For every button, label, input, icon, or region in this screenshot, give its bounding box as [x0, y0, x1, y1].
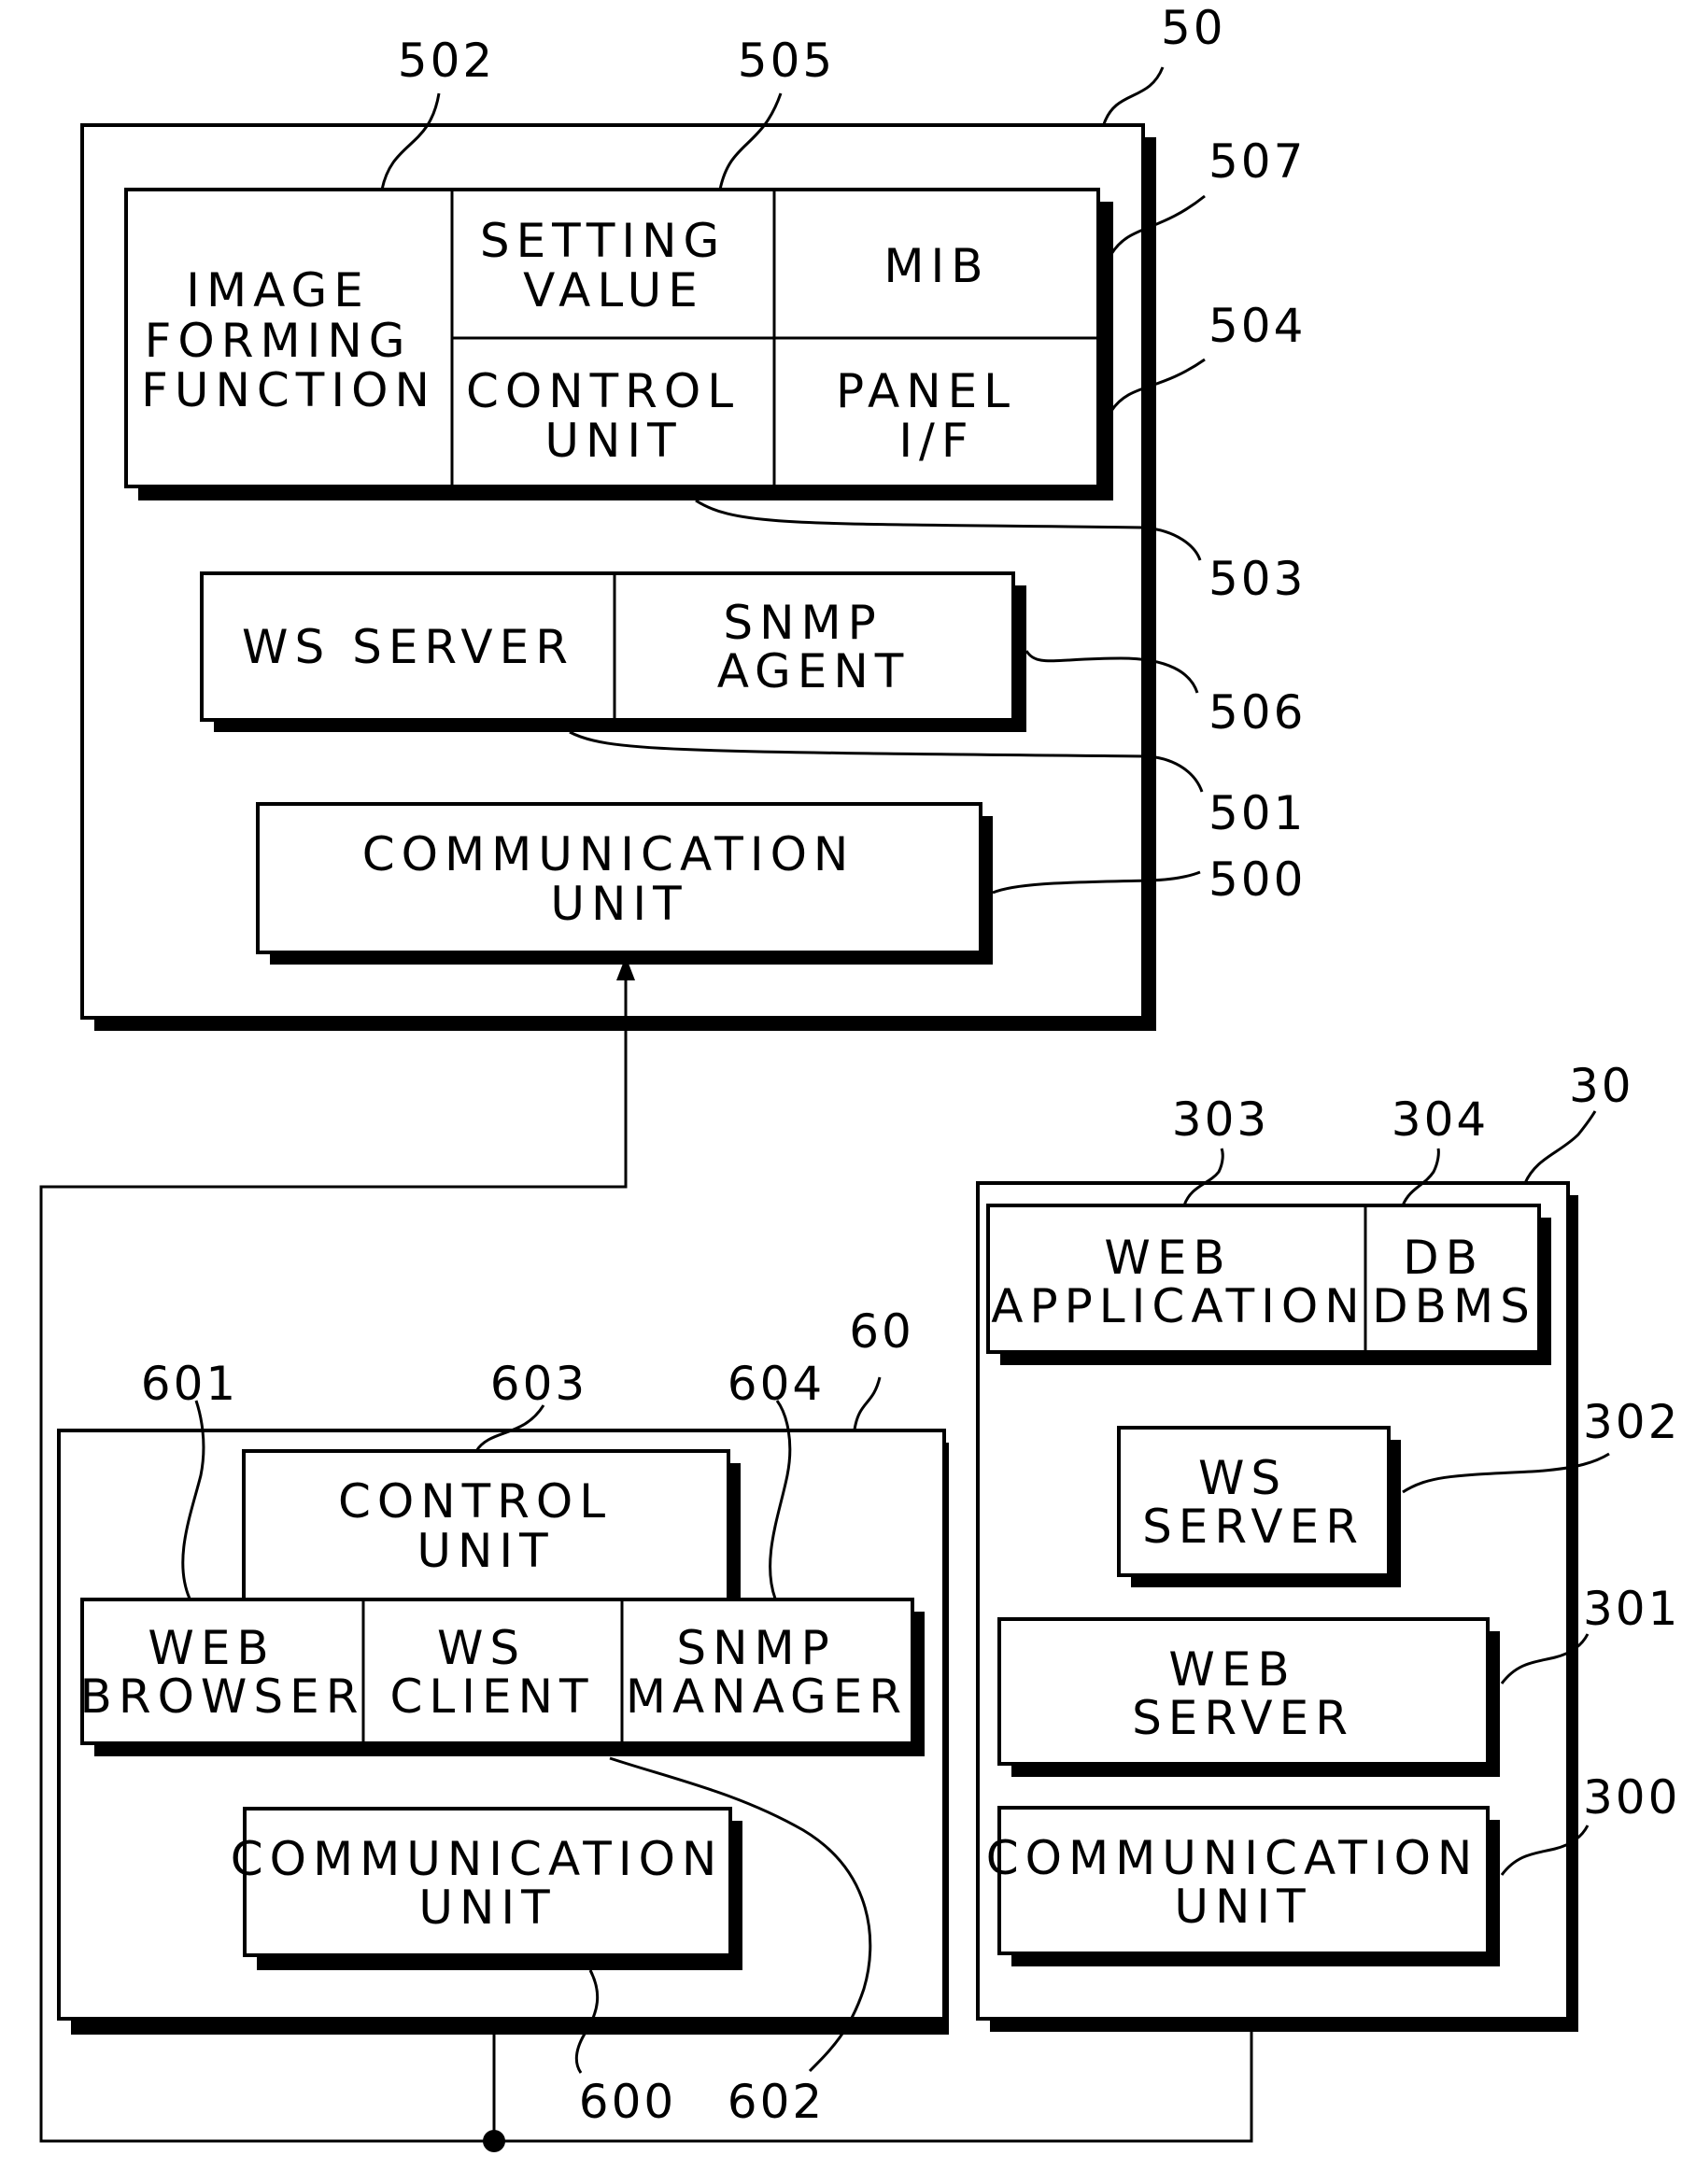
system-block-diagram: IMAGE FORMING FUNCTION SETTING VALUE MIB…: [39, 1, 1680, 2152]
ref-303: 303: [1172, 1092, 1269, 1147]
ref-603: 603: [490, 1357, 587, 1411]
ref-30: 30: [1569, 1059, 1634, 1113]
ref-506: 506: [1208, 685, 1306, 740]
device-60: CONTROL UNIT WEB BROWSER WS CLIENT SNMP …: [57, 1429, 949, 2035]
ref-602: 602: [728, 2075, 825, 2129]
ref-501: 501: [1208, 786, 1306, 840]
ref-503: 503: [1208, 552, 1306, 606]
ref-507: 507: [1208, 134, 1306, 189]
ref-500: 500: [1208, 852, 1306, 907]
junction-dot: [483, 2130, 505, 2152]
leader-60: [853, 1376, 882, 1430]
ref-600: 600: [579, 2075, 676, 2129]
ref-300: 300: [1583, 1770, 1680, 1825]
ref-60: 60: [849, 1304, 914, 1359]
ref-505: 505: [738, 34, 835, 88]
ref-50: 50: [1161, 1, 1226, 55]
ref-302: 302: [1583, 1395, 1680, 1449]
ref-301: 301: [1583, 1582, 1680, 1636]
ref-604: 604: [728, 1357, 825, 1411]
leader-50: [1102, 66, 1165, 125]
ref-601: 601: [141, 1357, 238, 1411]
device-30: WEB APPLICATION DB DBMS WS SERVER WEB SE…: [976, 1181, 1578, 2032]
mib-label: MIB: [883, 239, 989, 293]
ref-502: 502: [398, 34, 495, 88]
ref-504: 504: [1208, 299, 1306, 353]
snmp-agent-label: SNMP AGENT: [717, 596, 911, 698]
ws-server-label: WS SERVER: [242, 620, 574, 674]
device-50: IMAGE FORMING FUNCTION SETTING VALUE MIB…: [80, 123, 1156, 1031]
ref-304: 304: [1392, 1092, 1489, 1147]
leader-30: [1523, 1110, 1597, 1184]
